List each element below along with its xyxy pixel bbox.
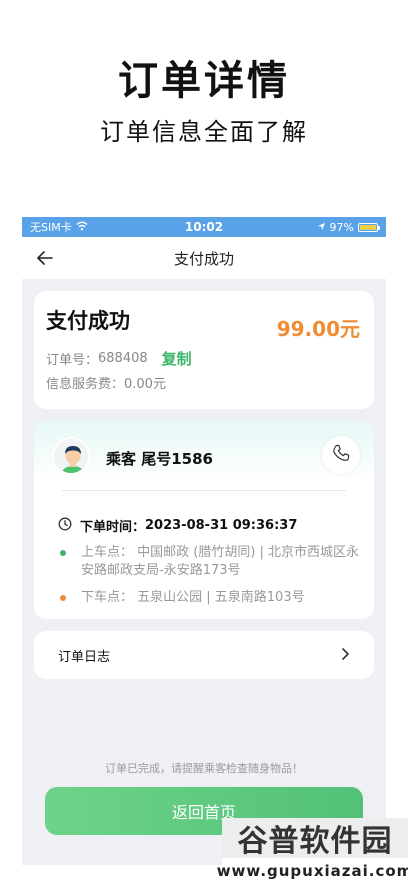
status-left: 无SIM卡 [30,219,150,235]
order-number-label: 订单号： [46,353,99,368]
order-time-label: 下单时间： [80,520,146,535]
passenger-name: 乘客 尾号1586 [106,450,213,468]
order-number-value: 688408 [98,351,148,366]
phone-screen: 无SIM卡 10:02 97% 支付成功 支付成功 99.00元 订单号： 68… [22,217,386,865]
watermark-logo: 谷普软件园 www.gupuxiazai.com [217,818,408,883]
pickup-row: 上车点： 中国邮政 (腊竹胡同) | 北京市西城区永安路邮政支局-永安路173号 [60,544,360,580]
order-log-label: 订单日志 [58,649,111,665]
phone-icon [331,443,351,467]
status-bar: 无SIM卡 10:02 97% [22,217,386,237]
call-passenger-button[interactable] [322,436,360,474]
chevron-right-icon [340,646,350,665]
nav-title: 支付成功 [173,249,234,268]
order-time-row: 下单时间： 2023-08-31 09:36:37 [58,516,297,535]
status-time: 10:02 [184,220,224,234]
dropoff-dot-icon [60,595,66,601]
back-arrow-icon[interactable] [34,247,56,269]
divider [62,490,346,491]
pickup-text: 上车点： 中国邮政 (腊竹胡同) | 北京市西城区永安路邮政支局-永安路173号 [81,545,360,578]
dropoff-row: 下车点： 五泉山公园 | 五泉南路103号 [60,589,360,607]
watermark-url: www.gupuxiazai.com [217,858,408,883]
status-right: 97% [258,220,380,234]
order-log-row[interactable]: 订单日志 [34,631,374,679]
pickup-dot-icon [60,550,66,556]
passenger-card: 乘客 尾号1586 下单时间： 2023-08-31 09:36:37 上车点：… [34,421,374,619]
watermark-title: 谷普软件园 [222,818,408,859]
order-time-value: 2023-08-31 09:36:37 [145,518,298,533]
hero-title: 订单详情 [118,58,290,104]
clock-icon [58,517,80,535]
copy-order-button[interactable]: 复制 [162,348,192,369]
carrier-label: 无SIM卡 [30,221,72,234]
payment-amount: 99.00元 [276,317,360,341]
completion-reminder: 订单已完成，请提醒乘客检查随身物品！ [105,762,303,775]
battery-percent: 97% [329,220,354,234]
battery-fill [360,224,376,230]
dropoff-text: 下车点： 五泉山公园 | 五泉南路103号 [81,590,305,605]
battery-icon [358,222,380,232]
payment-card: 支付成功 99.00元 订单号： 688408 复制 信息服务费：0.00元 [34,291,374,409]
order-number-row: 订单号： 688408 复制 [46,348,192,369]
location-arrow-icon [317,221,326,234]
navigation-bar: 支付成功 [22,237,386,279]
service-fee: 信息服务费：0.00元 [46,377,166,392]
hero-subtitle: 订单信息全面了解 [100,118,308,146]
passenger-avatar [52,437,90,475]
wifi-icon [76,221,88,234]
